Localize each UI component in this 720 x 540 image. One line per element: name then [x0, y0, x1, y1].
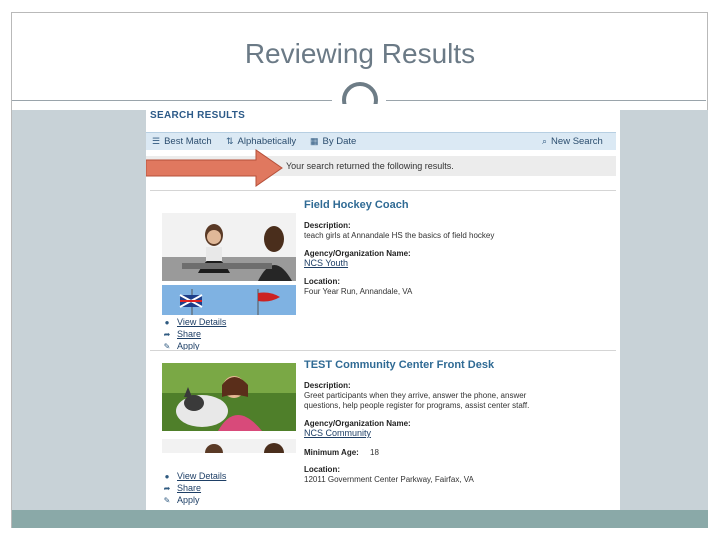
location-text: 12011 Government Center Parkway, Fairfax… [304, 475, 474, 484]
sort-best-match[interactable]: ☰ Best Match [152, 136, 212, 147]
calendar-icon: ▦ [310, 136, 319, 146]
apply-label: Apply [177, 495, 200, 505]
agency-label: Agency/Organization Name: [304, 249, 411, 258]
info-icon: ● [164, 471, 170, 481]
edit-icon: ✎ [163, 495, 171, 505]
result-card: TEST Community Center Front Desk Descrip… [150, 350, 616, 510]
title-divider-right [386, 100, 706, 101]
sort-by-date[interactable]: ▦ By Date [310, 136, 356, 147]
location-label: Location: [304, 277, 340, 286]
description-label: Description: [304, 221, 351, 230]
description-text-line2: questions, help people register for prog… [304, 401, 530, 410]
description-text: teach girls at Annandale HS the basics o… [304, 231, 495, 240]
result-card: Field Hockey Coach Description: teach gi… [150, 190, 616, 351]
view-details-label: View Details [177, 471, 227, 481]
sort-best-match-label: Best Match [164, 136, 212, 147]
result-title[interactable]: TEST Community Center Front Desk [304, 359, 494, 371]
result-image-flags [162, 285, 296, 315]
location-text: Four Year Run, Annandale, VA [304, 287, 413, 296]
share-icon: ➦ [163, 329, 171, 339]
view-details-label: View Details [177, 317, 227, 327]
result-image-partial [162, 439, 296, 453]
sort-alphabetically-label: Alphabetically [237, 136, 297, 147]
agency-label: Agency/Organization Name: [304, 419, 411, 428]
share-icon: ➦ [163, 483, 171, 493]
share-label: Share [177, 329, 202, 339]
share-link[interactable]: ➦ Share [162, 483, 201, 493]
new-search-button[interactable]: ⌕ New Search [542, 136, 603, 147]
search-results-heading: SEARCH RESULTS [150, 110, 246, 121]
footer-bar [12, 510, 708, 528]
list-icon: ☰ [152, 136, 161, 146]
agency-link[interactable]: NCS Community [304, 428, 371, 438]
result-image-girl-dog [162, 363, 296, 431]
result-title[interactable]: Field Hockey Coach [304, 199, 409, 211]
info-icon: ● [164, 317, 170, 327]
title-divider-left [12, 100, 332, 101]
slide-title: Reviewing Results [244, 38, 476, 69]
description-text-line1: Greet participants when they arrive, ans… [304, 391, 527, 400]
view-details-link[interactable]: ● View Details [162, 471, 227, 481]
callout-arrow [146, 149, 283, 187]
search-icon: ⌕ [542, 136, 548, 146]
result-image-meeting [162, 213, 296, 281]
sort-az-icon: ⇅ [226, 136, 234, 146]
description-label: Description: [304, 381, 351, 390]
apply-link[interactable]: ✎ Apply [162, 495, 200, 505]
view-details-link[interactable]: ● View Details [162, 317, 227, 327]
results-message: Your search returned the following resul… [286, 161, 454, 171]
sort-alphabetically[interactable]: ⇅ Alphabetically [226, 136, 296, 147]
min-age-label: Minimum Age: [304, 448, 359, 457]
new-search-label: New Search [551, 136, 603, 147]
location-label: Location: [304, 465, 340, 474]
min-age-value: 18 [370, 448, 379, 457]
sort-by-date-label: By Date [322, 136, 357, 147]
share-link[interactable]: ➦ Share [162, 329, 201, 339]
agency-link[interactable]: NCS Youth [304, 258, 348, 268]
share-label: Share [177, 483, 202, 493]
